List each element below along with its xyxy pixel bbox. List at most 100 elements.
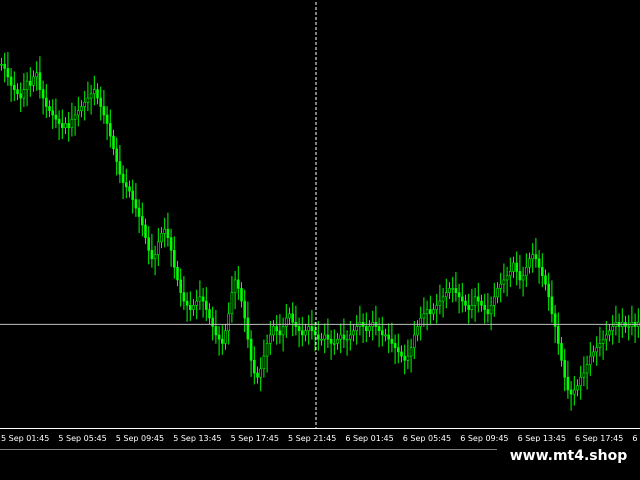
candle-body bbox=[419, 317, 423, 327]
candle-body bbox=[173, 250, 176, 268]
candle-body bbox=[19, 93, 23, 99]
candle-body bbox=[125, 182, 128, 188]
candle-body bbox=[601, 338, 605, 344]
time-tick-label: 6 Sep 05:45 bbox=[403, 434, 451, 443]
candle-body bbox=[291, 313, 295, 323]
candle-body bbox=[182, 292, 186, 302]
candle-body bbox=[160, 233, 163, 243]
candle-body bbox=[233, 279, 237, 293]
candle-body bbox=[221, 338, 224, 344]
candle-body bbox=[73, 114, 77, 120]
candle-body bbox=[86, 97, 90, 103]
candle-body bbox=[521, 275, 525, 281]
time-tick-label: 5 Sep 05:45 bbox=[58, 434, 106, 443]
candle-body bbox=[406, 355, 410, 361]
candle-body bbox=[470, 305, 474, 310]
candle-body bbox=[364, 326, 368, 332]
candle-body bbox=[147, 237, 150, 251]
candle-body bbox=[28, 80, 32, 86]
candle-body bbox=[438, 300, 442, 306]
time-tick-label: 5 Sep 21:45 bbox=[288, 434, 336, 443]
candle-body bbox=[435, 305, 439, 310]
candle-body bbox=[121, 173, 125, 183]
time-tick-label: 5 Sep 01:45 bbox=[1, 434, 49, 443]
candle-body bbox=[185, 300, 189, 306]
candle-body bbox=[118, 161, 122, 175]
candle-body bbox=[208, 309, 211, 319]
candle-body bbox=[464, 300, 467, 306]
time-tick-label: 6 Sep 01:45 bbox=[345, 434, 393, 443]
candle-body bbox=[348, 334, 352, 340]
candle-body bbox=[153, 254, 157, 260]
candle-body bbox=[80, 106, 83, 112]
candle-body bbox=[384, 334, 387, 337]
candle-body bbox=[131, 190, 134, 200]
candle-body bbox=[253, 360, 256, 374]
candle-body bbox=[109, 123, 112, 137]
candle-body bbox=[54, 114, 58, 120]
candle-body bbox=[550, 296, 554, 315]
candle-body bbox=[89, 93, 93, 99]
price-chart[interactable]: 5 Sep 01:45 5 Sep 05:45 5 Sep 09:45 5 Sep 1… bbox=[0, 0, 640, 480]
candle-body bbox=[441, 296, 445, 302]
candle-body bbox=[422, 313, 426, 319]
candle-body bbox=[460, 296, 464, 302]
time-tick-label: 5 Sep 09:45 bbox=[116, 434, 164, 443]
candle-body bbox=[128, 186, 131, 192]
candle-body bbox=[227, 313, 230, 332]
candle-body bbox=[380, 330, 384, 336]
candle-body bbox=[425, 309, 429, 315]
candle-body bbox=[582, 372, 586, 378]
candle-body bbox=[246, 317, 250, 340]
candle-body bbox=[496, 288, 499, 298]
candle-body bbox=[0, 63, 3, 66]
candle-body bbox=[444, 292, 448, 298]
candle-body bbox=[275, 326, 279, 332]
candle-body bbox=[339, 334, 343, 340]
candle-body bbox=[448, 288, 451, 293]
candle-body bbox=[499, 283, 503, 289]
candle-body bbox=[70, 118, 74, 128]
candle-body bbox=[316, 334, 320, 340]
candle-body bbox=[403, 355, 407, 361]
candle-body bbox=[512, 262, 515, 272]
candle-body bbox=[198, 296, 202, 302]
candle-body bbox=[57, 118, 61, 124]
candle-body bbox=[35, 72, 39, 78]
candle-body bbox=[467, 305, 471, 310]
candle-body bbox=[524, 266, 528, 277]
candle-body bbox=[25, 80, 29, 90]
candle-body bbox=[416, 326, 419, 336]
candle-body bbox=[192, 305, 195, 310]
candle-body bbox=[544, 275, 547, 285]
candle-body bbox=[556, 326, 560, 344]
candle-body bbox=[492, 296, 496, 306]
candle-body bbox=[176, 266, 179, 281]
candle-body bbox=[332, 343, 336, 345]
candle-body bbox=[163, 228, 166, 234]
candle-body bbox=[150, 250, 154, 260]
candle-body bbox=[13, 85, 16, 90]
candle-body bbox=[368, 326, 371, 332]
candle-body bbox=[96, 89, 99, 99]
candle-body bbox=[595, 347, 599, 353]
candle-body bbox=[537, 258, 541, 268]
candle-body bbox=[412, 334, 416, 348]
candle-body bbox=[432, 309, 435, 315]
candle-body bbox=[83, 101, 86, 107]
candle-body bbox=[563, 360, 567, 378]
candle-body bbox=[137, 207, 141, 217]
candle-body bbox=[566, 376, 570, 391]
candle-body bbox=[534, 254, 538, 260]
candle-body bbox=[157, 241, 160, 255]
time-tick-label: 5 Sep 17:45 bbox=[231, 434, 279, 443]
chart-canvas[interactable]: 5 Sep 01:45 5 Sep 05:45 5 Sep 09:45 5 Sep 1… bbox=[0, 0, 640, 480]
candle-body bbox=[134, 199, 138, 209]
candle-body bbox=[588, 355, 592, 365]
candle-body bbox=[144, 224, 147, 238]
candle-body bbox=[387, 334, 391, 340]
candle-body bbox=[518, 271, 522, 281]
candle-body bbox=[528, 258, 531, 268]
candle-body bbox=[457, 292, 461, 298]
candle-body bbox=[9, 76, 13, 86]
